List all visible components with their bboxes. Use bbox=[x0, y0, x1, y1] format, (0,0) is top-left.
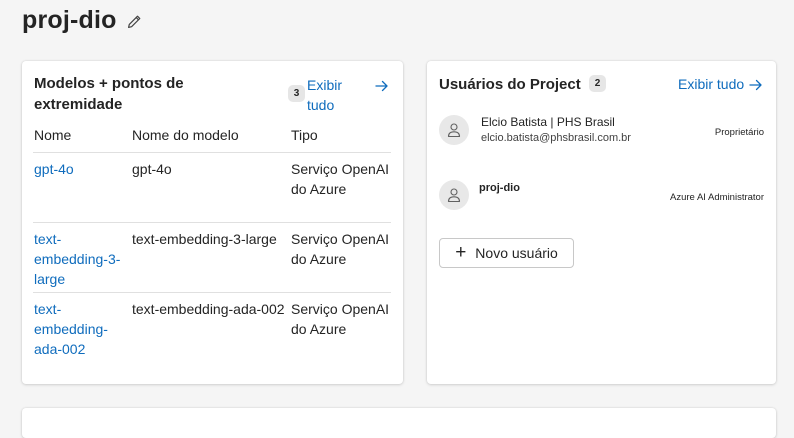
user-email: elcio.batista@phsbrasil.com.br bbox=[481, 132, 631, 144]
table-row: text-embedding-ada-002 text-embedding-ad… bbox=[33, 292, 391, 363]
column-header-name[interactable]: Nome bbox=[34, 127, 71, 143]
user-role: Azure AI Administrator bbox=[670, 192, 764, 203]
models-card-title: Modelos + pontos de extremidade bbox=[34, 75, 184, 113]
person-icon bbox=[447, 188, 461, 203]
user-role: Proprietário bbox=[714, 127, 764, 138]
model-type: Serviço OpenAI do Azure bbox=[291, 161, 390, 197]
person-icon bbox=[447, 123, 461, 138]
plus-icon: + bbox=[455, 242, 467, 263]
add-user-label: Novo usuário bbox=[475, 245, 558, 261]
model-name: text-embedding-3-large bbox=[132, 231, 277, 247]
deployment-name-link[interactable]: text-embedding-ada-002 bbox=[34, 299, 128, 359]
model-type: Serviço OpenAI do Azure bbox=[291, 301, 390, 337]
table-row: text-embedding-3-large text-embedding-3-… bbox=[33, 222, 391, 293]
page-title: proj-dio bbox=[22, 6, 117, 34]
model-type: Serviço OpenAI do Azure bbox=[291, 231, 390, 267]
users-card: Usuários do Project 2 Exibir tudo Elcio … bbox=[427, 61, 776, 384]
deployment-name-link[interactable]: text-embedding-3-large bbox=[34, 229, 128, 289]
avatar bbox=[439, 180, 469, 210]
pencil-icon[interactable] bbox=[126, 14, 142, 30]
users-view-all-link[interactable]: Exibir tudo bbox=[678, 74, 744, 94]
users-card-title: Usuários do Project bbox=[439, 76, 581, 93]
page-header: proj-dio bbox=[22, 6, 142, 35]
users-count-badge: 2 bbox=[589, 75, 606, 92]
column-header-type[interactable]: Tipo bbox=[291, 127, 318, 143]
arrow-right-icon[interactable] bbox=[375, 79, 389, 93]
add-user-button[interactable]: + Novo usuário bbox=[439, 238, 574, 268]
column-header-model[interactable]: Nome do modelo bbox=[132, 127, 239, 143]
models-count-badge: 3 bbox=[288, 85, 305, 102]
table-row: gpt-4o gpt-4o Serviço OpenAI do Azure bbox=[33, 152, 391, 223]
arrow-right-icon[interactable] bbox=[749, 78, 763, 92]
deployment-name-link[interactable]: gpt-4o bbox=[34, 159, 128, 179]
user-name: Elcio Batista | PHS Brasil bbox=[481, 115, 615, 129]
model-name: text-embedding-ada-002 bbox=[132, 301, 285, 317]
user-name: proj-dio bbox=[479, 182, 520, 194]
models-view-all-link[interactable]: Exibir tudo bbox=[307, 75, 355, 115]
model-name: gpt-4o bbox=[132, 161, 172, 177]
bottom-card bbox=[22, 408, 776, 438]
models-card: Modelos + pontos de extremidade 3 Exibir… bbox=[22, 61, 403, 384]
avatar bbox=[439, 115, 469, 145]
